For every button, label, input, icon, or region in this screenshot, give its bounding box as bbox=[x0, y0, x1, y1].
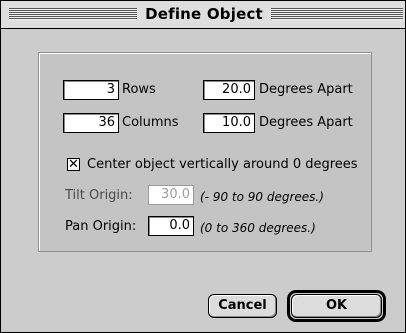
center-object-checkbox[interactable]: ✕ bbox=[67, 158, 80, 171]
columns-degrees-field[interactable]: 10.0 bbox=[203, 113, 255, 133]
ok-button[interactable]: OK bbox=[291, 294, 382, 318]
dialog-title: Define Object bbox=[137, 4, 271, 24]
rows-degrees-field[interactable]: 20.0 bbox=[203, 80, 255, 100]
center-object-label[interactable]: Center object vertically around 0 degree… bbox=[87, 157, 358, 173]
columns-degrees-label: Degrees Apart bbox=[259, 115, 353, 130]
rows-field[interactable]: 3 bbox=[63, 80, 119, 100]
title-bar[interactable]: Define Object bbox=[1, 1, 405, 29]
pan-origin-label: Pan Origin: bbox=[65, 219, 137, 234]
define-object-dialog: Define Object 3 Rows 20.0 Degrees Apart … bbox=[0, 0, 406, 333]
tilt-range-hint: (- 90 to 90 degrees.) bbox=[200, 190, 324, 204]
columns-field[interactable]: 36 bbox=[63, 113, 119, 133]
pan-origin-field[interactable]: 0.0 bbox=[148, 216, 194, 236]
columns-label: Columns bbox=[122, 115, 179, 130]
rows-degrees-label: Degrees Apart bbox=[259, 82, 353, 97]
pan-range-hint: (0 to 360 degrees.) bbox=[200, 221, 316, 235]
rows-label: Rows bbox=[122, 82, 156, 97]
cancel-button[interactable]: Cancel bbox=[208, 294, 277, 318]
tilt-origin-field[interactable]: 30.0 bbox=[148, 185, 194, 205]
tilt-origin-label: Tilt Origin: bbox=[65, 188, 133, 203]
